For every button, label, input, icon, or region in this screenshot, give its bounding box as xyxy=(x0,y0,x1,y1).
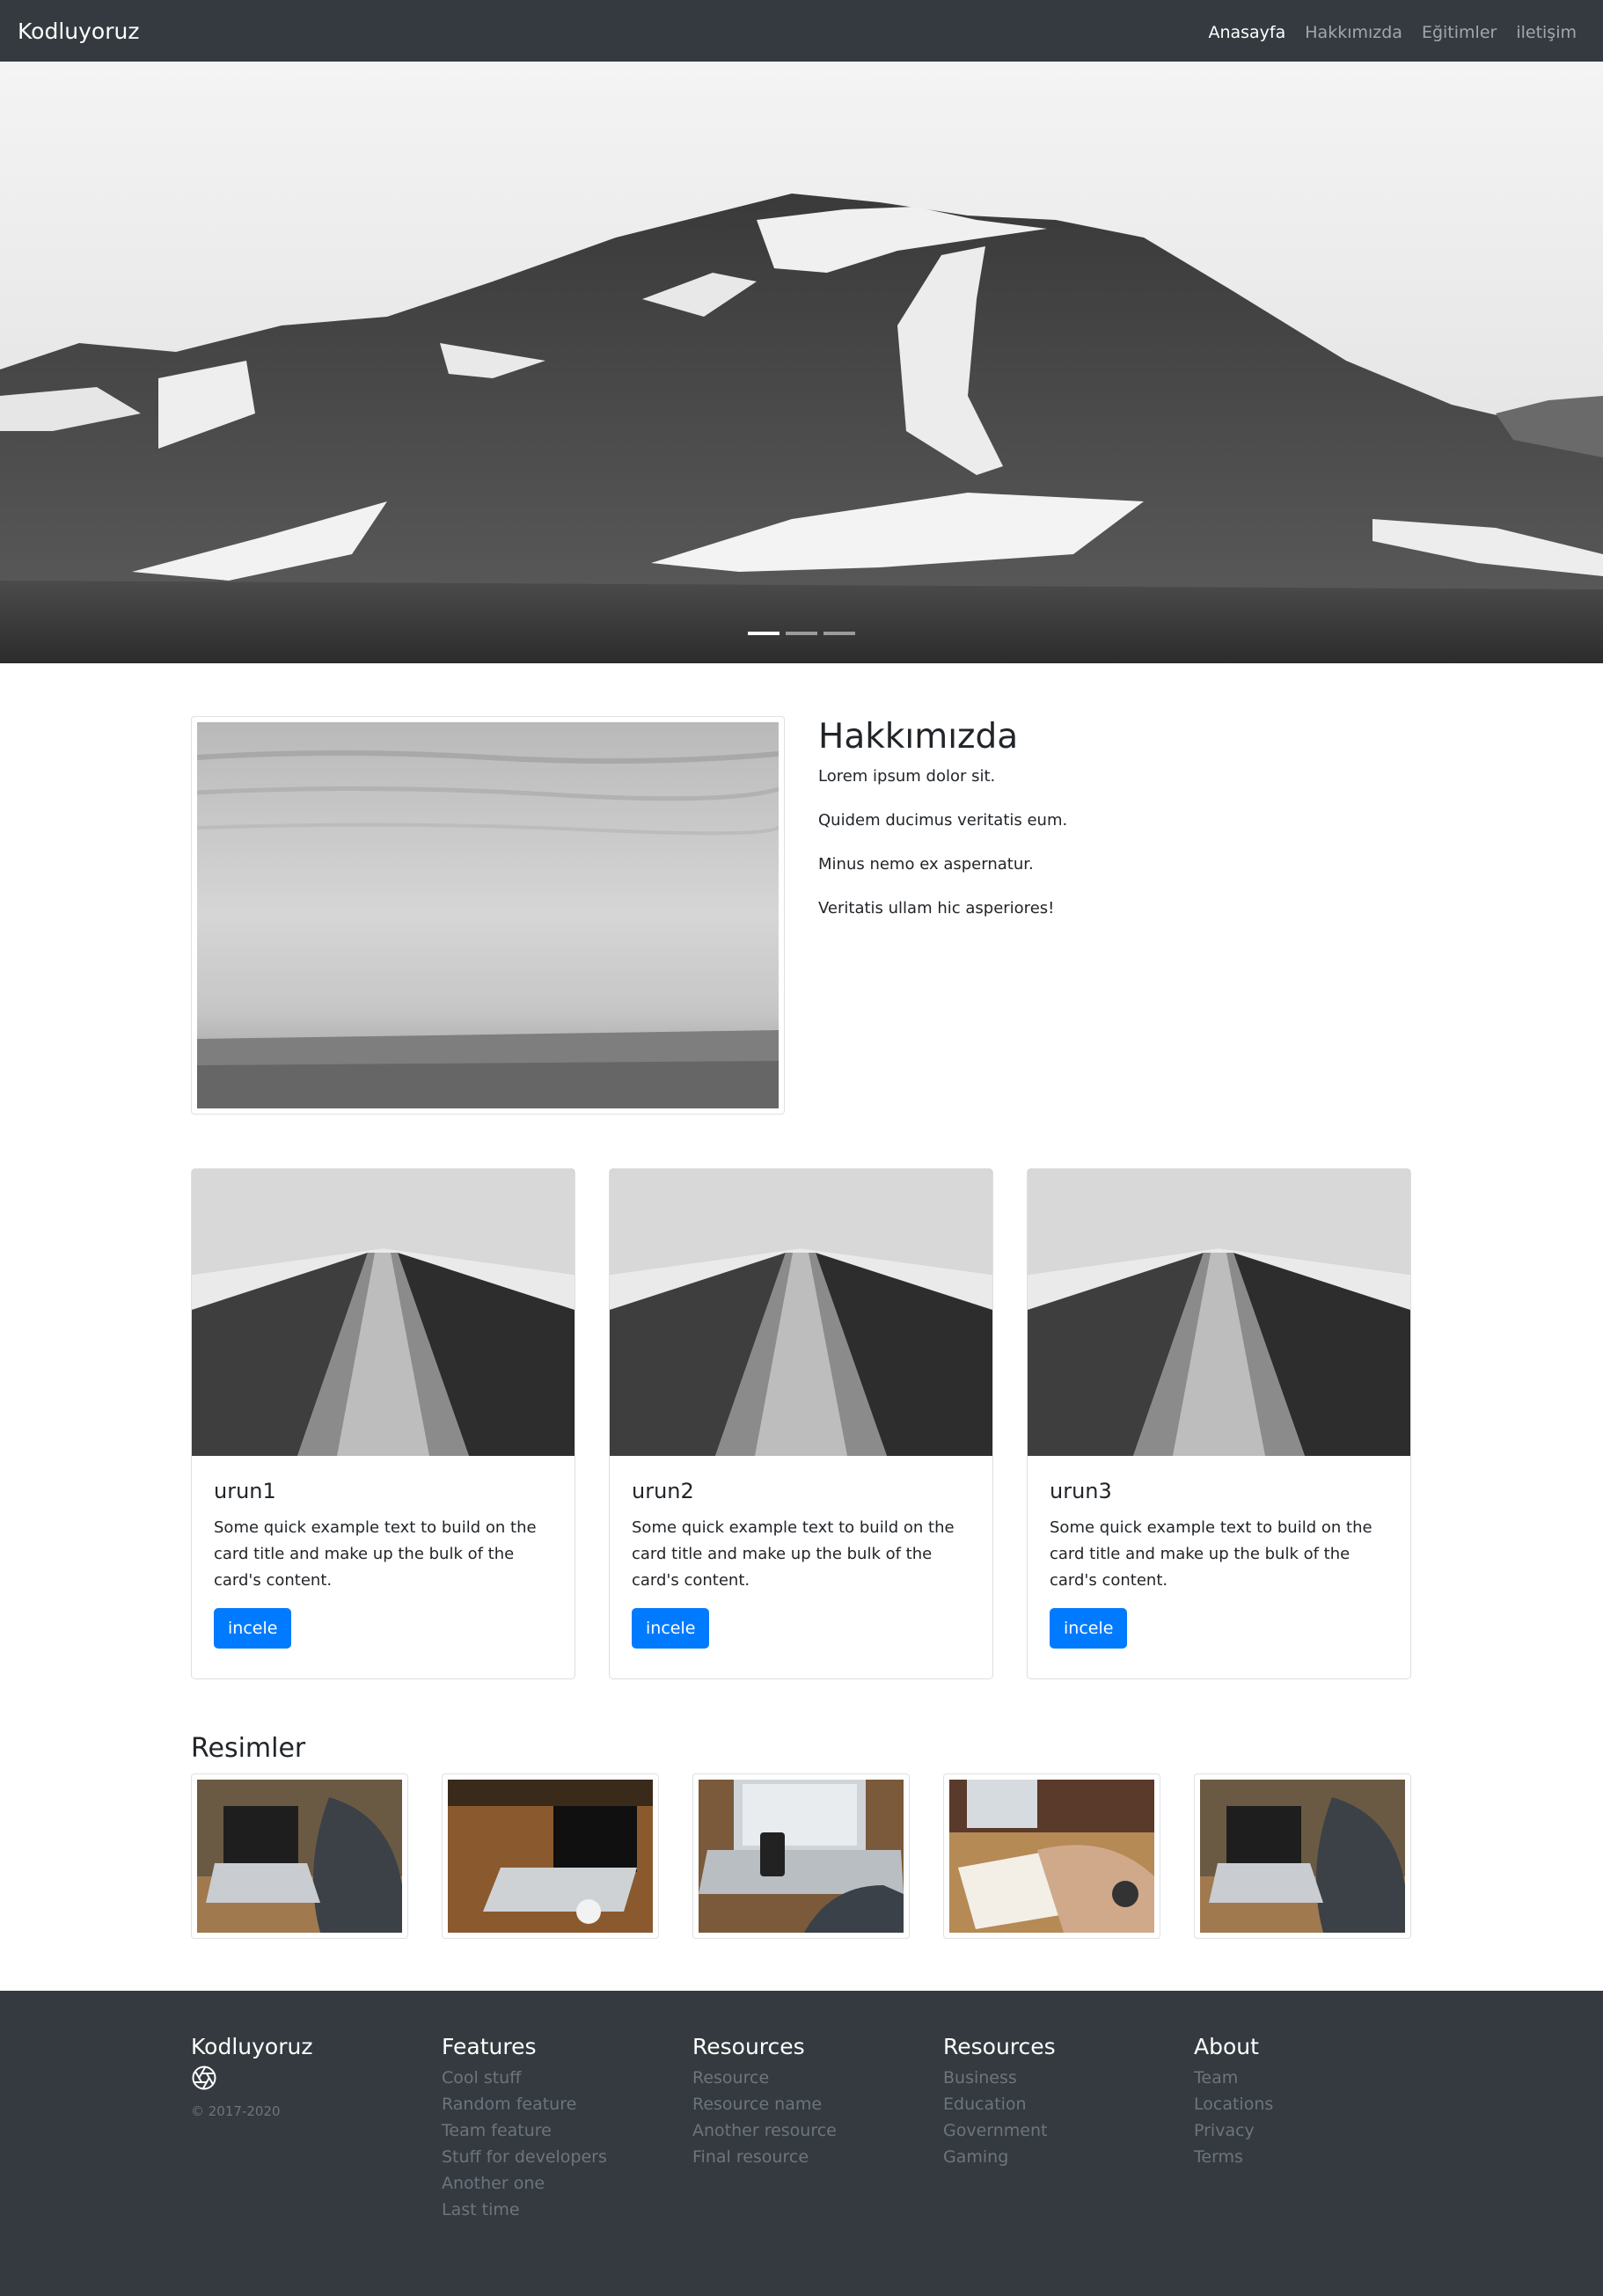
escalator-image xyxy=(192,1169,575,1456)
nav-link-hakkimizda[interactable]: Hakkımızda xyxy=(1305,21,1402,44)
nav-links: Anasayfa Hakkımızda Eğitimler iletişim xyxy=(1208,21,1577,44)
laptop-photo xyxy=(197,1780,402,1933)
carousel-indicator-3[interactable] xyxy=(823,632,855,635)
footer-link[interactable]: Resource xyxy=(692,2065,837,2091)
footer-copyright: © 2017-2020 xyxy=(191,2103,281,2119)
gallery-title: Resimler xyxy=(191,1733,306,1764)
laptop-photo xyxy=(448,1780,653,1933)
escalator-image xyxy=(1028,1169,1410,1456)
footer-link[interactable]: Final resource xyxy=(692,2144,837,2170)
footer-column-title: Features xyxy=(442,2034,537,2059)
gallery-thumb-3[interactable] xyxy=(692,1773,910,1939)
footer-link[interactable]: Last time xyxy=(442,2197,607,2223)
footer-link[interactable]: Government xyxy=(943,2117,1056,2144)
footer-link[interactable]: Terms xyxy=(1194,2144,1273,2170)
card-title: urun3 xyxy=(1050,1479,1112,1503)
laptop-photo xyxy=(1200,1780,1405,1933)
footer-link[interactable]: Gaming xyxy=(943,2144,1056,2170)
footer-link[interactable]: Another one xyxy=(442,2170,607,2197)
card-text: Some quick example text to build on the … xyxy=(632,1518,955,1590)
navbar: Kodluyoruz Anasayfa Hakkımızda Eğitimler… xyxy=(0,0,1603,62)
about-text: Hakkımızda Lorem ipsum dolor sit. Quidem… xyxy=(818,716,1408,941)
card-text: Some quick example text to build on the … xyxy=(1050,1518,1372,1590)
foggy-sea-image xyxy=(197,722,779,1108)
product-card-2: urun2 Some quick example text to build o… xyxy=(609,1168,993,1679)
about-line: Minus nemo ex aspernatur. xyxy=(818,855,1034,874)
gallery-thumb-5[interactable] xyxy=(1194,1773,1411,1939)
footer-link[interactable]: Cool stuff xyxy=(442,2065,607,2091)
footer-column-features: Features Cool stuff Random feature Team … xyxy=(442,2033,607,2223)
escalator-image xyxy=(610,1169,992,1456)
footer-link[interactable]: Random feature xyxy=(442,2091,607,2117)
footer-column-title: About xyxy=(1194,2034,1259,2059)
footer-column-about: About Team Locations Privacy Terms xyxy=(1194,2033,1273,2170)
nav-link-egitimler[interactable]: Eğitimler xyxy=(1422,21,1497,44)
incele-button[interactable]: incele xyxy=(632,1608,710,1649)
footer-link[interactable]: Business xyxy=(943,2065,1056,2091)
footer-column-title: Resources xyxy=(692,2034,805,2059)
footer-link[interactable]: Resource name xyxy=(692,2091,837,2117)
product-card-1: urun1 Some quick example text to build o… xyxy=(191,1168,575,1679)
hero-carousel[interactable] xyxy=(0,62,1603,663)
footer-column-title: Resources xyxy=(943,2034,1056,2059)
product-card-3: urun3 Some quick example text to build o… xyxy=(1027,1168,1411,1679)
footer-brand-column: Kodluyoruz © 2017-2020 xyxy=(191,2033,312,2119)
notebook-photo xyxy=(949,1780,1154,1933)
footer-link[interactable]: Education xyxy=(943,2091,1056,2117)
footer-brand: Kodluyoruz xyxy=(191,2034,313,2059)
footer-link[interactable]: Another resource xyxy=(692,2117,837,2144)
footer-link[interactable]: Team xyxy=(1194,2065,1273,2091)
about-line: Quidem ducimus veritatis eum. xyxy=(818,811,1068,830)
about-line: Lorem ipsum dolor sit. xyxy=(818,767,996,786)
incele-button[interactable]: incele xyxy=(214,1608,292,1649)
hero-mountain-image xyxy=(0,62,1603,663)
footer-link[interactable]: Stuff for developers xyxy=(442,2144,607,2170)
carousel-indicator-2[interactable] xyxy=(786,632,817,635)
footer-link[interactable]: Locations xyxy=(1194,2091,1273,2117)
carousel-indicators xyxy=(0,632,1603,635)
nav-link-iletisim[interactable]: iletişim xyxy=(1516,21,1577,44)
footer-column-resources-2: Resources Business Education Government … xyxy=(943,2033,1056,2170)
laptop-photo xyxy=(699,1780,904,1933)
about-title: Hakkımızda xyxy=(818,717,1019,757)
gallery-thumb-2[interactable] xyxy=(442,1773,659,1939)
card-title: urun2 xyxy=(632,1479,694,1503)
about-line: Veritatis ullam hic asperiores! xyxy=(818,899,1055,918)
about-image xyxy=(191,716,785,1115)
navbar-brand[interactable]: Kodluyoruz xyxy=(18,18,139,46)
carousel-indicator-1[interactable] xyxy=(748,632,780,635)
card-text: Some quick example text to build on the … xyxy=(214,1518,537,1590)
footer-column-resources: Resources Resource Resource name Another… xyxy=(692,2033,837,2170)
aperture-icon xyxy=(191,2065,312,2095)
incele-button[interactable]: incele xyxy=(1050,1608,1128,1649)
footer-link[interactable]: Team feature xyxy=(442,2117,607,2144)
gallery-thumb-4[interactable] xyxy=(943,1773,1160,1939)
footer: Kodluyoruz © 2017-2020 Features Cool stu… xyxy=(0,1991,1603,2296)
card-title: urun1 xyxy=(214,1479,276,1503)
footer-link[interactable]: Privacy xyxy=(1194,2117,1273,2144)
nav-link-anasayfa[interactable]: Anasayfa xyxy=(1208,21,1285,44)
gallery-thumb-1[interactable] xyxy=(191,1773,408,1939)
